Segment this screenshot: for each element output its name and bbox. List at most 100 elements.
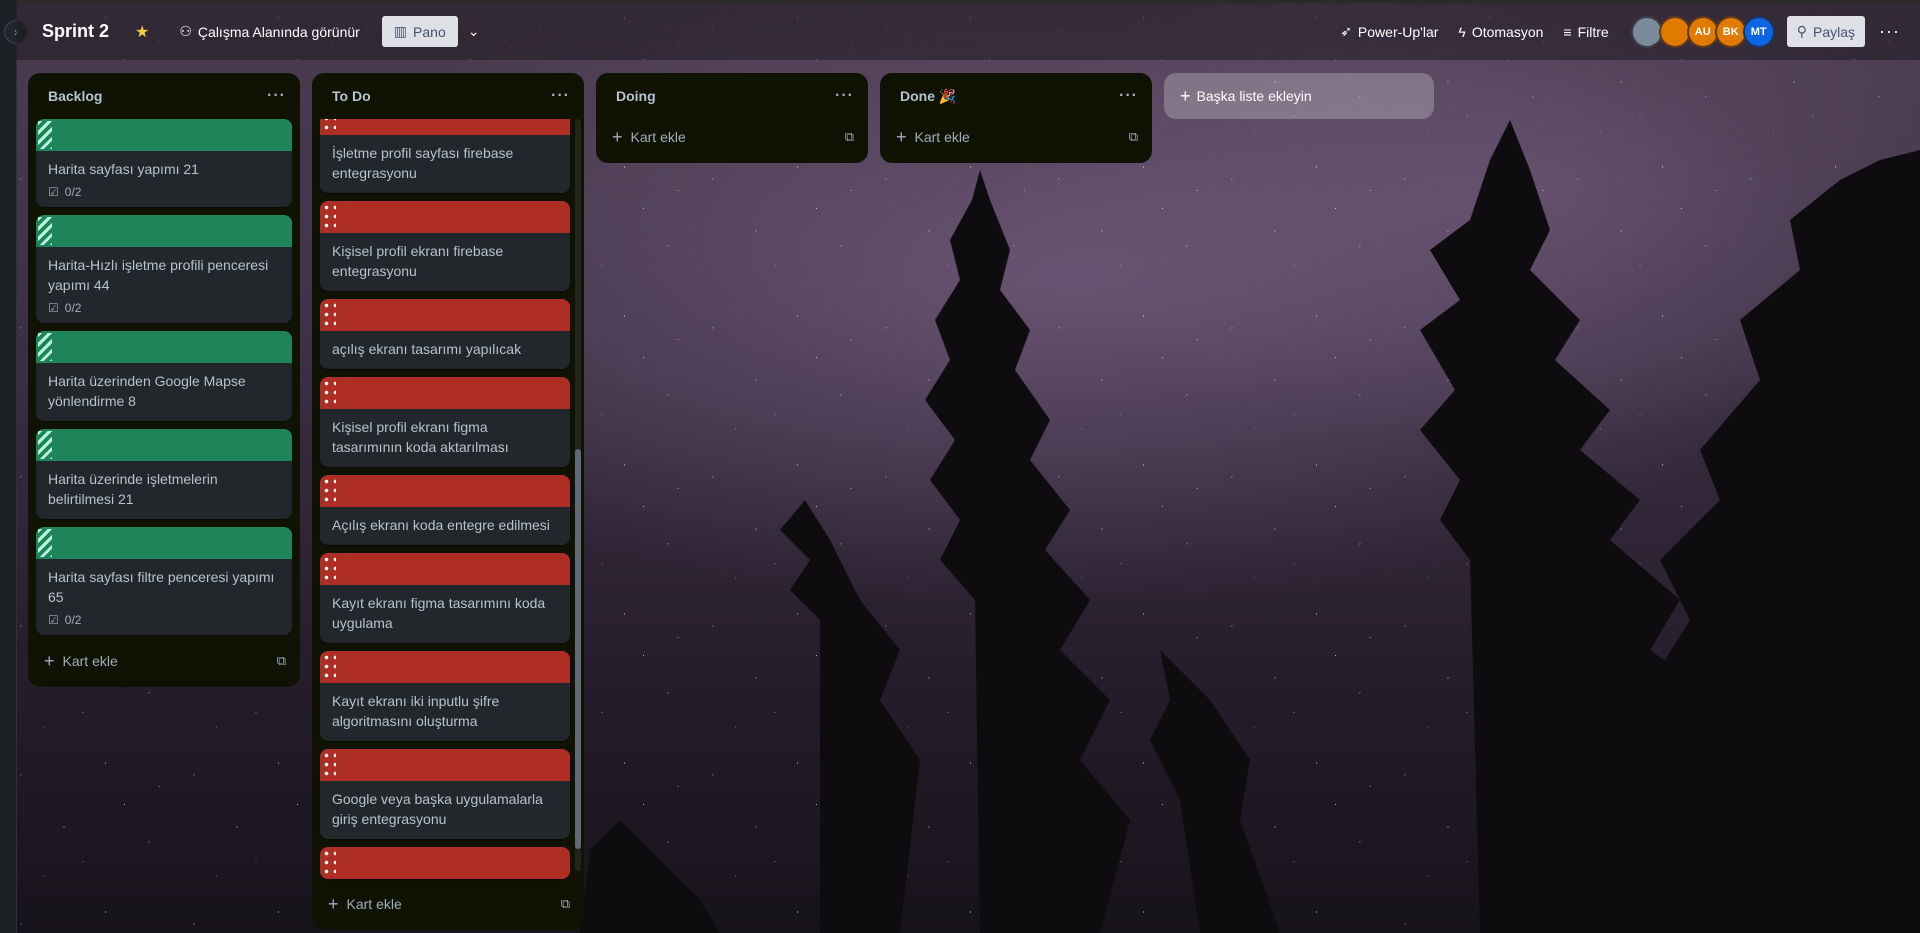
filter-button[interactable]: ≡ Filtre [1555, 18, 1616, 46]
checklist-icon: ☑ [48, 185, 59, 199]
template-icon[interactable]: ⧉ [561, 896, 570, 912]
add-card-label: Kart ekle [62, 653, 118, 669]
header-right: ➶ Power-Up'lar ϟ Otomasyon ≡ Filtre AU B… [1332, 3, 1910, 60]
card[interactable]: Harita üzerinde işletmelerin belirtilmes… [36, 429, 292, 519]
board-header: Sprint 2 ★ ⚇ Çalışma Alanında görünür ▥ … [16, 0, 1920, 60]
card[interactable]: Kişisel profil ekranı figma tasarımının … [320, 377, 570, 467]
avatar[interactable]: MT [1742, 15, 1775, 48]
label-stripe [322, 653, 336, 681]
card-cover [36, 119, 292, 151]
add-person-icon: ⚲ [1796, 23, 1807, 39]
card[interactable]: Kişisel profil ekranı firebase entegrasy… [320, 201, 570, 291]
checklist-badge: ☑ 0/2 [36, 611, 292, 635]
avatar[interactable] [1630, 15, 1663, 48]
list-footer: + Kart ekle ⧉ [880, 119, 1152, 155]
list-menu-button[interactable]: ··· [835, 87, 854, 105]
list-menu-button[interactable]: ··· [551, 87, 570, 105]
label-stripe [38, 121, 52, 149]
card[interactable]: açılış ekranı tasarımı yapılıcak [320, 299, 570, 369]
star-icon[interactable]: ★ [135, 22, 149, 42]
avatar[interactable]: BK [1714, 15, 1747, 48]
label-stripe [38, 529, 52, 557]
template-icon[interactable]: ⧉ [845, 129, 854, 145]
list-done: Done 🎉 ··· + Kart ekle ⧉ [880, 73, 1152, 163]
visibility-button[interactable]: ⚇ Çalışma Alanında görünür [171, 17, 367, 46]
card-title: Harita sayfası yapımı 21 [48, 161, 199, 177]
card[interactable]: Harita üzerinden Google Mapse yönlendirm… [36, 331, 292, 421]
add-card-button[interactable]: + Kart ekle [896, 128, 970, 146]
list-doing: Doing ··· + Kart ekle ⧉ [596, 73, 868, 163]
card-cover [320, 847, 570, 879]
list-header[interactable]: Done 🎉 ··· [880, 73, 1152, 119]
card-cover [36, 429, 292, 461]
card-title: açılış ekranı tasarımı yapılıcak [332, 341, 522, 357]
add-card-button[interactable]: + Kart ekle [612, 128, 686, 146]
add-card-label: Kart ekle [630, 129, 686, 145]
list-header[interactable]: To Do ··· [312, 73, 584, 119]
template-icon[interactable]: ⧉ [277, 653, 286, 669]
card-title: Kişisel profil ekranı figma tasarımının … [332, 419, 509, 455]
label-stripe [38, 217, 52, 245]
plus-icon: + [328, 894, 339, 914]
list-header[interactable]: Doing ··· [596, 73, 868, 119]
label-stripe [322, 751, 336, 779]
avatar[interactable] [1658, 15, 1691, 48]
card-cover [320, 749, 570, 781]
label-stripe [322, 849, 336, 877]
card-title: Kişisel profil ekranı firebase entegrasy… [332, 243, 504, 279]
board-title[interactable]: Sprint 2 [42, 21, 109, 42]
plus-icon: + [1180, 86, 1191, 106]
checklist-icon: ☑ [48, 613, 59, 627]
list-footer: + Kart ekle ⧉ [312, 886, 584, 922]
share-button[interactable]: ⚲ Paylaş [1786, 16, 1866, 47]
checklist-badge: ☑ 0/2 [36, 299, 292, 323]
board-menu-button[interactable]: ··· [1869, 21, 1910, 42]
card-title: Kayıt ekranı iki inputlu şifre algoritma… [332, 693, 500, 729]
card-title: Harita sayfası filtre penceresi yapımı 6… [48, 569, 275, 605]
rocket-icon: ➶ [1340, 23, 1352, 39]
card[interactable]: Kayıt ekranı iki inputlu şifre algoritma… [320, 651, 570, 741]
card-container: İşletme profil sayfası firebase entegras… [312, 119, 584, 879]
list-title[interactable]: Backlog [48, 88, 102, 104]
label-stripe [38, 431, 52, 459]
card[interactable] [320, 847, 570, 879]
card[interactable]: İşletme profil sayfası firebase entegras… [320, 119, 570, 193]
card[interactable]: Harita sayfası yapımı 21 ☑ 0/2 [36, 119, 292, 207]
list-menu-button[interactable]: ··· [267, 87, 286, 105]
list-todo: To Do ··· İşletme profil sayfası firebas… [312, 73, 584, 930]
automation-label: Otomasyon [1471, 23, 1544, 40]
chevron-down-icon[interactable]: ⌄ [468, 23, 480, 40]
card-cover [320, 553, 570, 585]
filter-label: Filtre [1577, 23, 1609, 40]
powerups-button[interactable]: ➶ Power-Up'lar [1332, 17, 1446, 46]
card-cover [320, 119, 570, 135]
list-backlog: Backlog ··· Harita sayfası yapımı 21 ☑ 0/… [28, 73, 300, 687]
checklist-count: 0/2 [64, 613, 82, 627]
card-scroll-area: İşletme profil sayfası firebase entegras… [312, 119, 584, 886]
plus-icon: + [612, 127, 623, 147]
add-list-button[interactable]: + Başka liste ekleyin [1164, 73, 1434, 119]
board-view-button[interactable]: ▥ Pano [381, 16, 458, 47]
card[interactable]: Harita-Hızlı işletme profili penceresi y… [36, 215, 292, 323]
card[interactable]: Açılış ekranı koda entegre edilmesi [320, 475, 570, 545]
card[interactable]: Kayıt ekranı figma tasarımını koda uygul… [320, 553, 570, 643]
add-card-button[interactable]: + Kart ekle [328, 895, 402, 913]
add-card-button[interactable]: + Kart ekle [44, 652, 118, 670]
template-icon[interactable]: ⧉ [1129, 129, 1138, 145]
avatar[interactable]: AU [1686, 15, 1719, 48]
add-list-label: Başka liste ekleyin [1196, 88, 1312, 104]
list-footer: + Kart ekle ⧉ [596, 119, 868, 155]
card-cover [320, 377, 570, 409]
list-title[interactable]: Doing [616, 88, 656, 104]
list-header[interactable]: Backlog ··· [28, 73, 300, 119]
card-title: İşletme profil sayfası firebase entegras… [332, 145, 514, 181]
list-title[interactable]: To Do [332, 88, 371, 104]
list-title[interactable]: Done 🎉 [900, 88, 956, 105]
automation-button[interactable]: ϟ Otomasyon [1450, 18, 1551, 46]
board-view-icon: ▥ [393, 23, 408, 39]
card-cover [320, 651, 570, 683]
card[interactable]: Harita sayfası filtre penceresi yapımı 6… [36, 527, 292, 635]
label-stripe [322, 477, 336, 505]
list-menu-button[interactable]: ··· [1119, 87, 1138, 105]
card[interactable]: Google veya başka uygulamalarla giriş en… [320, 749, 570, 839]
